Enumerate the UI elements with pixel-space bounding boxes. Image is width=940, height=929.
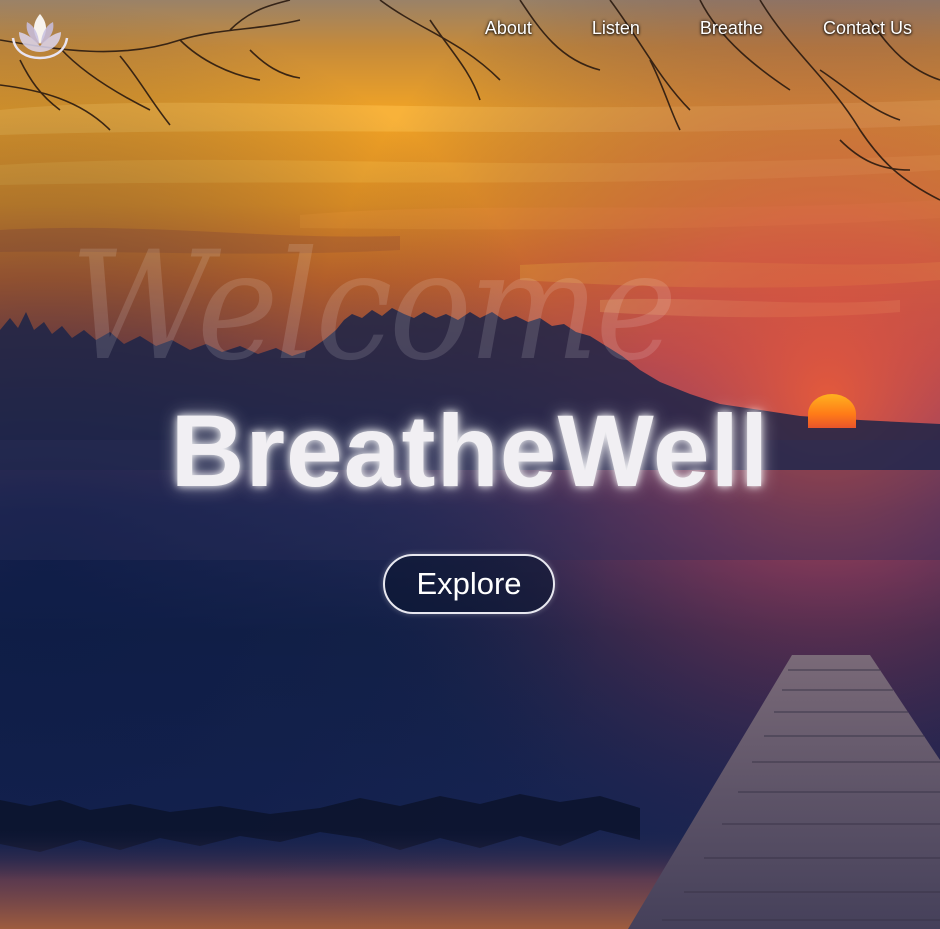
landing-page: About Listen Breathe Contact Us Welcome … [0, 0, 940, 929]
explore-button[interactable]: Explore [383, 554, 555, 614]
top-navbar: About Listen Breathe Contact Us [0, 0, 940, 60]
nav-link-contact-us[interactable]: Contact Us [823, 18, 912, 39]
nav-link-breathe[interactable]: Breathe [700, 18, 763, 39]
nav-links: About Listen Breathe Contact Us [485, 18, 912, 39]
brand-title: BreatheWell [170, 394, 770, 508]
nav-link-listen[interactable]: Listen [592, 18, 640, 39]
welcome-script-text: Welcome [70, 220, 677, 394]
lotus-icon[interactable] [9, 8, 71, 60]
nav-link-about[interactable]: About [485, 18, 532, 39]
